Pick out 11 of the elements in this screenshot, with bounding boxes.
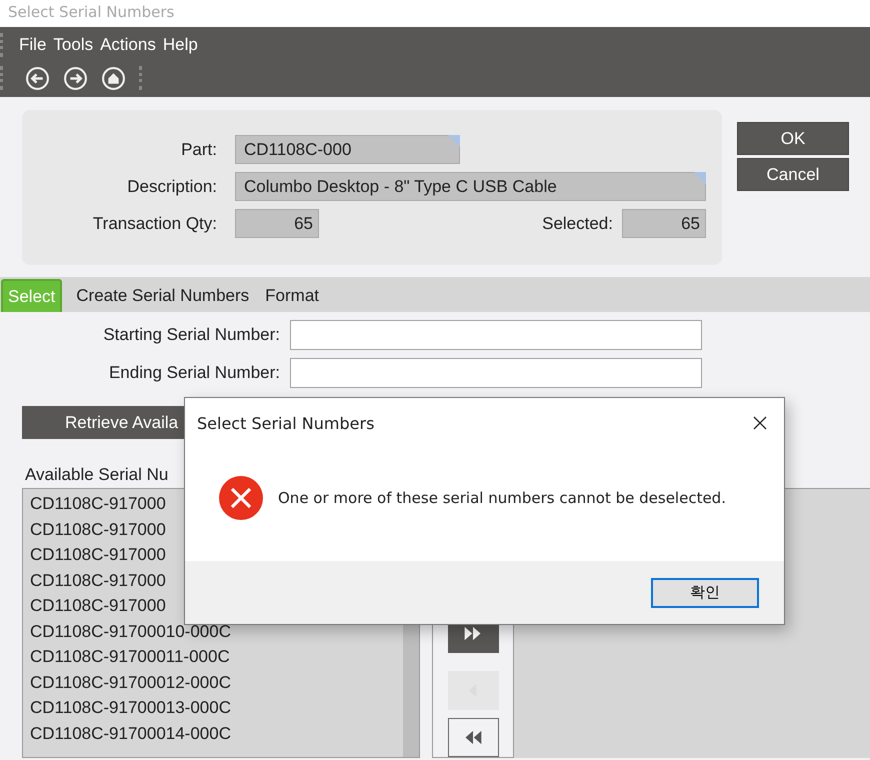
available-list-label: Available Serial Nu — [25, 465, 170, 485]
selected-label: Selected: — [542, 214, 614, 234]
transaction-qty-label: Transaction Qty: — [92, 214, 218, 234]
description-label: Description: — [126, 176, 218, 196]
filter-label: Ending Serial Number: — [108, 363, 280, 383]
part-label: Part: — [180, 140, 218, 160]
filter-label: Starting Serial Number: — [102, 325, 280, 345]
selected-count-field: 65 — [622, 209, 706, 238]
transaction-qty-field: 65 — [235, 209, 319, 238]
dialog-message: One or more of these serial numbers cannot be deselected. — [278, 488, 726, 506]
window-title: Select Serial Numbers — [8, 2, 176, 22]
